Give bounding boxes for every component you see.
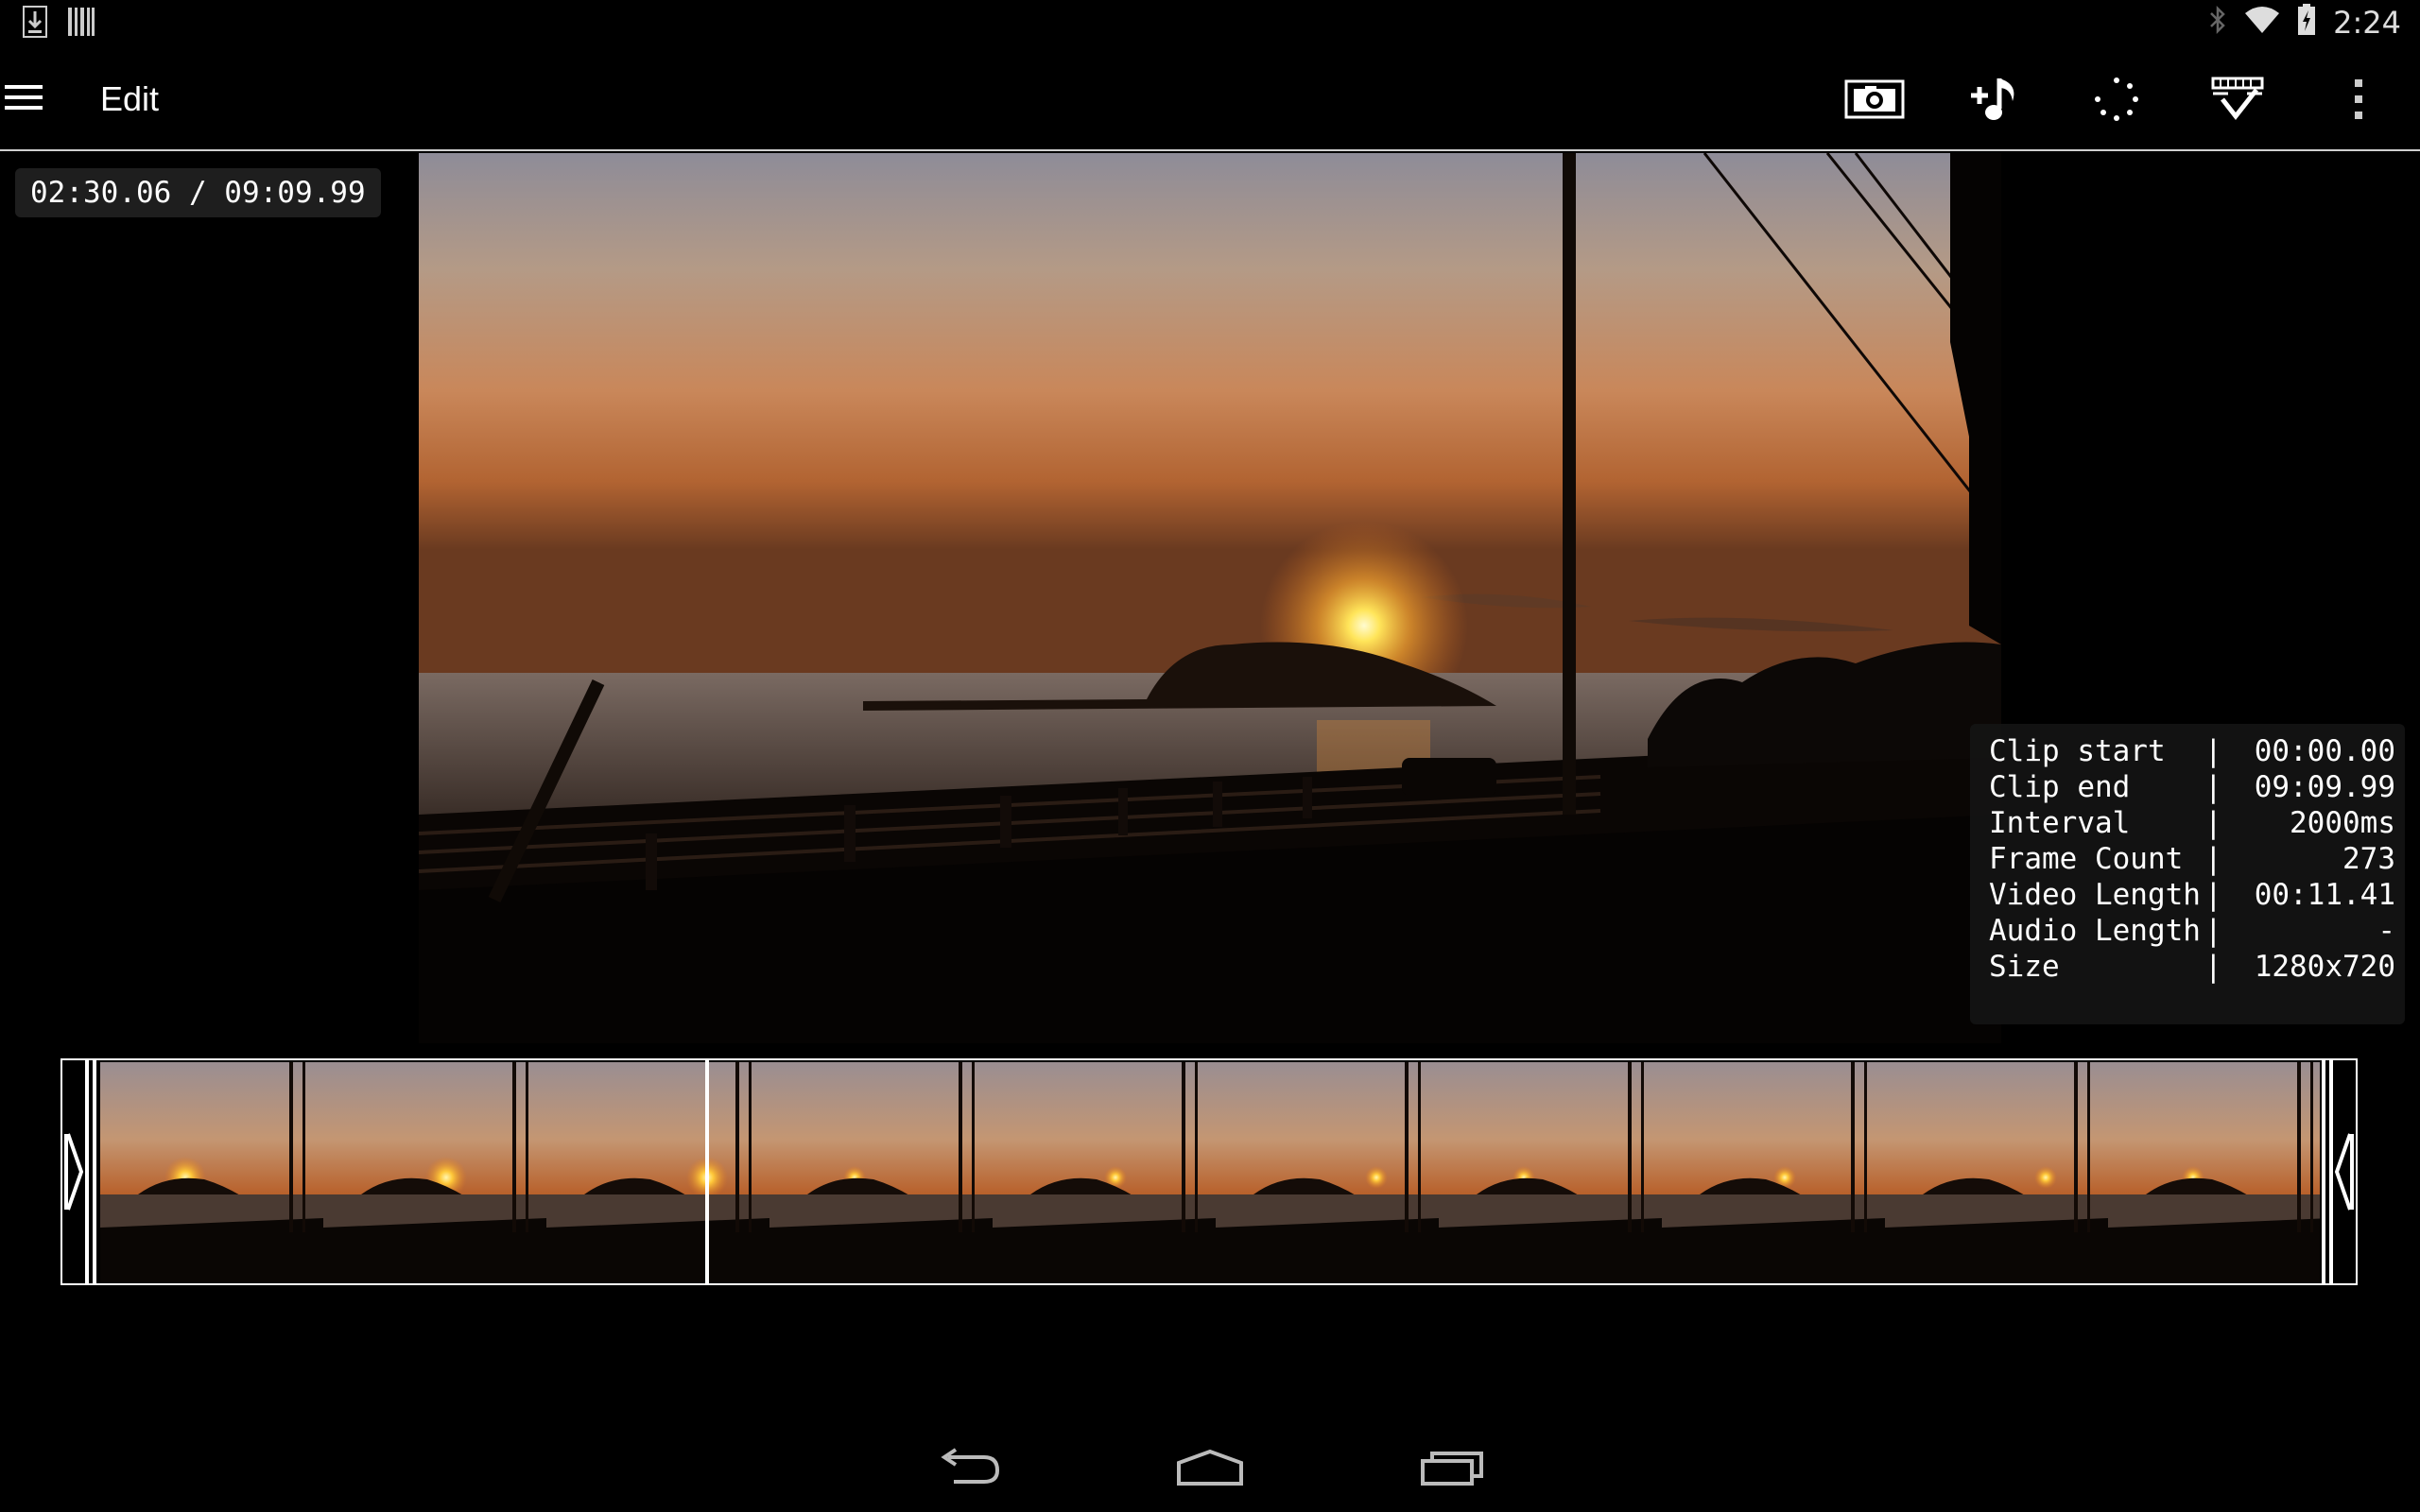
menu-button[interactable]	[0, 74, 47, 121]
add-music-button[interactable]	[1962, 68, 2029, 130]
clip-start-handle[interactable]	[62, 1060, 98, 1283]
info-separator: |	[2204, 914, 2222, 948]
timeline-strip[interactable]	[60, 1058, 2358, 1285]
trim-left-icon	[64, 1060, 96, 1283]
action-bar: Edit	[0, 47, 2420, 151]
download-icon	[23, 6, 47, 43]
info-key: Video Length	[1989, 878, 2201, 912]
timeline-frame	[1662, 1062, 1885, 1283]
menu-icon	[5, 85, 43, 110]
home-button[interactable]	[1163, 1436, 1257, 1497]
battery-charging-icon	[2297, 4, 2316, 41]
clip-info-panel: Clip start | 00:00.00 Clip end | 09:09.99 In…	[1970, 724, 2405, 1024]
info-separator: |	[2204, 770, 2222, 804]
info-key: Interval	[1989, 806, 2131, 840]
info-value: 09:09.99	[2254, 770, 2395, 804]
loading-indicator	[2083, 68, 2150, 130]
info-value: 00:11.41	[2254, 878, 2395, 912]
overflow-menu-icon	[2355, 79, 2362, 119]
info-row-video-length: Video Length | 00:11.41	[1989, 877, 2405, 913]
recents-icon	[1421, 1452, 1483, 1486]
back-icon	[941, 1448, 1000, 1484]
loading-icon	[2095, 77, 2138, 121]
clock: 2:24	[2333, 4, 2401, 41]
snapshot-button[interactable]	[1841, 68, 1908, 130]
info-row-audio-length: Audio Length | -	[1989, 913, 2405, 949]
timeline-frame	[769, 1062, 993, 1283]
barcode-icon	[68, 8, 95, 41]
timeline-frame	[993, 1062, 1216, 1283]
back-button[interactable]	[921, 1436, 1015, 1497]
timeline-frame	[323, 1062, 546, 1283]
timeline-playhead[interactable]	[704, 1060, 709, 1283]
info-separator: |	[2204, 878, 2222, 912]
info-row-clip-start: Clip start | 00:00.00	[1989, 733, 2405, 769]
save-video-icon	[2211, 77, 2264, 121]
home-icon	[1177, 1449, 1243, 1486]
timeline-frame	[546, 1062, 769, 1283]
info-separator: |	[2204, 806, 2222, 840]
status-bar: 2:24	[0, 0, 2420, 47]
timeline-frame	[1216, 1062, 1439, 1283]
info-key: Frame Count	[1989, 842, 2184, 876]
action-bar-divider	[0, 149, 2420, 151]
preview-image	[419, 153, 2001, 1043]
bluetooth-icon	[2208, 5, 2227, 40]
save-video-button[interactable]	[2204, 68, 2271, 130]
info-row-frame-count: Frame Count | 273	[1989, 841, 2405, 877]
info-separator: |	[2204, 842, 2222, 876]
info-row-clip-end: Clip end | 09:09.99	[1989, 769, 2405, 805]
recents-button[interactable]	[1405, 1436, 1499, 1497]
info-value: 00:00.00	[2254, 734, 2395, 768]
timeline-frame	[1885, 1062, 2108, 1283]
navigation-bar	[0, 1418, 2420, 1512]
info-key: Audio Length	[1989, 914, 2201, 948]
trim-right-icon	[2322, 1060, 2354, 1283]
info-row-size: Size | 1280x720	[1989, 949, 2405, 985]
add-music-icon	[1971, 78, 2014, 120]
info-value: -	[2377, 914, 2395, 948]
info-row-interval: Interval | 2000ms	[1989, 805, 2405, 841]
timeline-frame	[1439, 1062, 1662, 1283]
overflow-menu-button[interactable]	[2325, 68, 2392, 130]
info-key: Clip end	[1989, 770, 2131, 804]
info-separator: |	[2204, 734, 2222, 768]
timeline-frame	[2108, 1062, 2331, 1283]
info-key: Clip start	[1989, 734, 2166, 768]
page-title: Edit	[100, 79, 160, 118]
timeline-frames	[100, 1062, 2331, 1283]
info-value: 1280x720	[2254, 950, 2395, 984]
info-separator: |	[2204, 950, 2222, 984]
info-value: 273	[2342, 842, 2395, 876]
snapshot-icon	[1844, 79, 1905, 119]
video-preview[interactable]	[419, 153, 2001, 1043]
clip-end-handle[interactable]	[2320, 1060, 2356, 1283]
info-key: Size	[1989, 950, 2060, 984]
wifi-icon	[2244, 6, 2280, 39]
info-value: 2000ms	[2290, 806, 2395, 840]
timecode-display: 02:30.06 / 09:09.99	[15, 168, 381, 217]
timeline-frame	[100, 1062, 323, 1283]
